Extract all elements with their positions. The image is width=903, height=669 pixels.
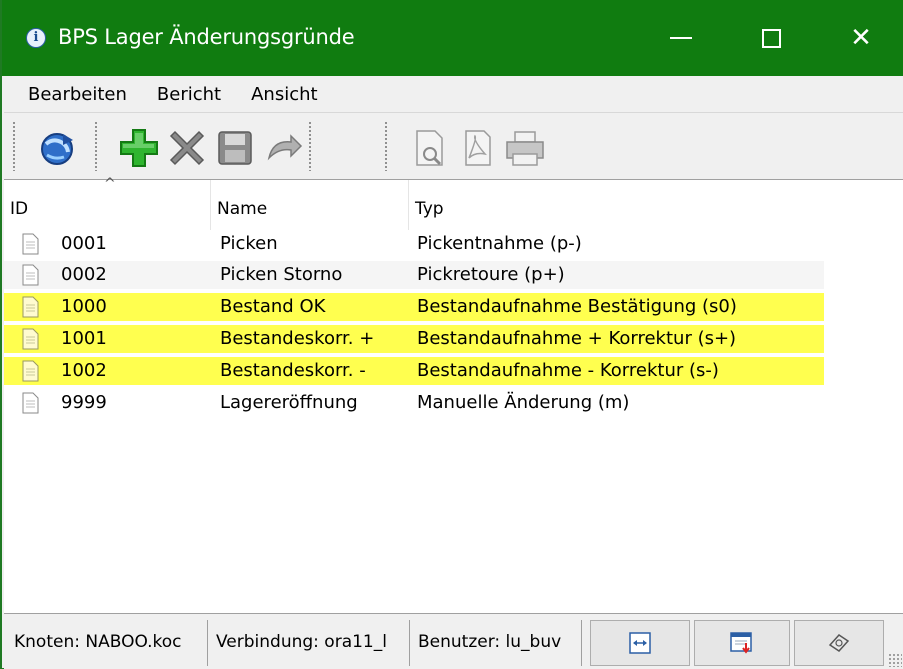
app-window: i BPS Lager Änderungsgründe ✕ Bearbeiten… bbox=[0, 0, 903, 669]
cell-name: Picken bbox=[220, 233, 278, 254]
window-title: BPS Lager Änderungsgründe bbox=[58, 25, 355, 49]
x-icon bbox=[169, 130, 205, 166]
cell-typ: Bestandaufnahme - Korrektur (s-) bbox=[417, 360, 719, 381]
export-list-icon bbox=[730, 632, 752, 654]
toolbar-grip[interactable] bbox=[12, 121, 16, 171]
status-knoten: Knoten: NABOO.koc bbox=[8, 620, 208, 666]
document-icon bbox=[22, 360, 39, 382]
table-row[interactable]: 1002 Bestandeskorr. - Bestandaufnahme - … bbox=[4, 357, 824, 385]
printer-icon bbox=[506, 131, 544, 166]
menu-bearbeiten[interactable]: Bearbeiten bbox=[20, 84, 135, 105]
table-row[interactable]: 0002 Picken Storno Pickretoure (p+) bbox=[4, 261, 824, 289]
column-header-typ[interactable]: Typ bbox=[409, 180, 903, 230]
cell-typ: Bestandaufnahme Bestätigung (s0) bbox=[417, 296, 737, 317]
cell-id: 0002 bbox=[61, 264, 107, 285]
floppy-icon bbox=[218, 131, 252, 165]
table-row[interactable]: 0001 Picken Pickentnahme (p-) bbox=[4, 230, 824, 258]
title-bar[interactable]: i BPS Lager Änderungsgründe ✕ bbox=[2, 0, 903, 76]
menu-bericht[interactable]: Bericht bbox=[149, 84, 229, 105]
column-header-name[interactable]: Name bbox=[211, 180, 409, 230]
export-button[interactable] bbox=[694, 620, 790, 666]
pdf-button[interactable] bbox=[454, 125, 500, 171]
cell-id: 9999 bbox=[61, 392, 107, 413]
document-icon bbox=[22, 328, 39, 350]
undo-icon bbox=[267, 134, 303, 161]
refresh-button[interactable] bbox=[34, 125, 80, 171]
status-verbindung: Verbindung: ora11_l bbox=[210, 620, 410, 666]
print-button[interactable] bbox=[502, 125, 548, 171]
cell-typ: Pickretoure (p+) bbox=[417, 264, 565, 285]
cell-id: 0001 bbox=[61, 233, 107, 254]
refresh-globe-icon bbox=[41, 133, 73, 165]
toolbar bbox=[4, 112, 903, 180]
table-row[interactable]: 1000 Bestand OK Bestandaufnahme Bestätig… bbox=[4, 293, 824, 321]
column-header-typ-label: Typ bbox=[415, 199, 444, 219]
cell-name: Lagereröffnung bbox=[220, 392, 358, 413]
toolbar-grip[interactable] bbox=[94, 121, 98, 171]
table-row[interactable]: 1001 Bestandeskorr. + Bestandaufnahme + … bbox=[4, 325, 824, 353]
cell-name: Bestand OK bbox=[220, 296, 326, 317]
status-bar: Knoten: NABOO.koc Verbindung: ora11_l Be… bbox=[4, 613, 903, 669]
document-icon bbox=[22, 264, 39, 286]
column-header-id[interactable]: ID ^ bbox=[4, 176, 211, 230]
cell-name: Bestandeskorr. + bbox=[220, 328, 375, 349]
cell-id: 1000 bbox=[61, 296, 107, 317]
info-icon[interactable]: i bbox=[26, 28, 46, 48]
delete-button[interactable] bbox=[164, 125, 210, 171]
plus-icon bbox=[120, 129, 158, 167]
maximize-button[interactable] bbox=[726, 0, 816, 76]
column-header-id-label: ID bbox=[10, 199, 29, 219]
document-icon bbox=[22, 233, 39, 255]
undo-button[interactable] bbox=[260, 125, 306, 171]
maximize-icon bbox=[761, 28, 781, 48]
menu-ansicht[interactable]: Ansicht bbox=[243, 84, 325, 105]
fit-width-icon bbox=[629, 632, 651, 654]
status-benutzer: Benutzer: lu_buv bbox=[412, 620, 582, 666]
disk-icon bbox=[828, 634, 850, 652]
cell-typ: Pickentnahme (p-) bbox=[417, 233, 582, 254]
disk-button[interactable] bbox=[794, 620, 884, 666]
toolbar-grip[interactable] bbox=[308, 121, 312, 171]
menu-bar: Bearbeiten Bericht Ansicht bbox=[4, 76, 903, 112]
fit-width-button[interactable] bbox=[590, 620, 690, 666]
column-header-name-label: Name bbox=[217, 199, 268, 219]
preview-button[interactable] bbox=[406, 125, 452, 171]
cell-name: Picken Storno bbox=[220, 264, 343, 285]
close-icon: ✕ bbox=[850, 23, 872, 53]
minimize-icon bbox=[670, 37, 692, 39]
cell-typ: Manuelle Änderung (m) bbox=[417, 392, 630, 413]
document-icon bbox=[22, 392, 39, 414]
minimize-button[interactable] bbox=[636, 0, 726, 76]
sort-ascending-icon: ^ bbox=[104, 176, 116, 192]
table-row[interactable]: 9999 Lagereröffnung Manuelle Änderung (m… bbox=[4, 389, 824, 417]
cell-name: Bestandeskorr. - bbox=[220, 360, 366, 381]
close-button[interactable]: ✕ bbox=[816, 0, 903, 76]
pdf-icon bbox=[465, 130, 491, 166]
resize-grip[interactable] bbox=[888, 653, 902, 667]
cell-id: 1001 bbox=[61, 328, 107, 349]
cell-id: 1002 bbox=[61, 360, 107, 381]
toolbar-grip[interactable] bbox=[384, 121, 388, 171]
list-view[interactable]: ID ^ Name Typ 0001 Picken Pickentnahme (… bbox=[4, 176, 903, 613]
document-icon bbox=[22, 296, 39, 318]
print-preview-icon bbox=[416, 130, 443, 166]
cell-typ: Bestandaufnahme + Korrektur (s+) bbox=[417, 328, 737, 349]
save-button[interactable] bbox=[212, 125, 258, 171]
add-button[interactable] bbox=[116, 125, 162, 171]
